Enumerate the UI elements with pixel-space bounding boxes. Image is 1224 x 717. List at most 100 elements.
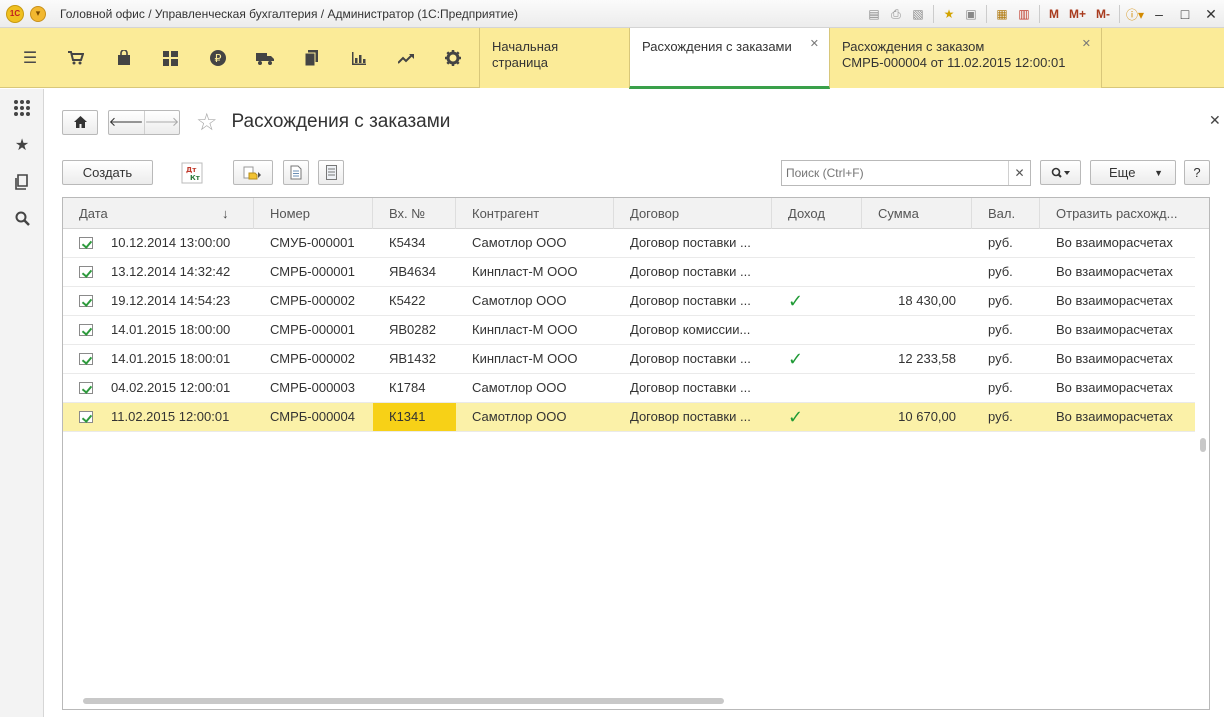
column-header-sum[interactable]: Сумма [862,198,972,229]
cell-contract: Договор поставки ... [630,351,751,366]
window-titlebar: 1С ▾ Головной офис / Управленческая бухг… [0,0,1224,28]
horizontal-scrollbar[interactable] [63,695,1197,707]
vertical-scrollbar-thumb[interactable] [1200,438,1206,452]
memory-plus-button[interactable]: M+ [1066,5,1089,23]
cell-counterparty: Кинпласт-М ООО [472,351,578,366]
settings-gear-icon[interactable] [430,28,476,88]
cell-income [772,374,862,402]
table-row[interactable]: 10.12.2014 13:00:00 СМУБ-000001 К5434 Самот… [63,229,1195,258]
clear-search-icon[interactable]: ✕ [1008,161,1030,185]
reports-section-icon[interactable] [336,28,382,88]
vertical-scrollbar[interactable] [1197,229,1209,709]
cell-contract: Договор поставки ... [630,293,751,308]
column-header-counterparty[interactable]: Контрагент [456,198,614,229]
table-row[interactable]: 19.12.2014 14:54:23 СМРБ-000002 К5422 Самот… [63,287,1195,316]
all-functions-icon[interactable] [0,89,44,126]
create-based-on-button[interactable] [233,160,273,185]
close-form-icon[interactable]: ✕ [1209,112,1221,129]
history-icon[interactable]: ▣ [962,5,980,23]
documents-section-icon[interactable] [289,28,335,88]
cell-counterparty: Самотлор ООО [472,409,567,424]
add-to-favorites-star-icon[interactable]: ☆ [196,108,218,137]
tab-home[interactable]: Начальная страница [479,28,629,88]
list-settings-icon[interactable] [318,160,344,185]
help-button[interactable]: ? [1184,160,1210,185]
finance-section-icon[interactable]: ₽ [195,28,241,88]
cell-contract: Договор поставки ... [630,235,751,250]
close-tab-icon[interactable]: ✕ [1082,36,1091,52]
cell-incoming-number: ЯВ0282 [389,322,436,337]
left-panel: ★ [0,89,44,717]
posted-document-icon [79,382,93,394]
cell-income: ✓ [772,287,862,315]
cell-sum [862,316,972,344]
back-arrow-icon[interactable]: 🡐 [109,111,144,134]
table-row[interactable]: 04.02.2015 12:00:01 СМРБ-000003 К1784 Самот… [63,374,1195,403]
analytics-section-icon[interactable] [383,28,429,88]
logistics-section-icon[interactable] [242,28,288,88]
minimize-button[interactable]: – [1146,3,1172,25]
purchases-section-icon[interactable] [101,28,147,88]
cell-date: 14.01.2015 18:00:01 [63,345,254,373]
cell-currency: руб. [988,235,1013,250]
favorites-icon[interactable]: ★ [940,5,958,23]
app-logo-icon[interactable]: 1С [6,4,24,23]
history-icon[interactable] [0,163,44,200]
table-row[interactable]: 14.01.2015 18:00:01 СМРБ-000002 ЯВ1432 Кинп… [63,345,1195,374]
cell-counterparty: Кинпласт-М ООО [472,264,578,279]
posted-document-icon [79,295,93,307]
main-menu-icon[interactable]: ☰ [7,28,53,88]
cell-date: 19.12.2014 14:54:23 [63,287,254,315]
posted-document-icon [79,324,93,336]
cell-sum [862,374,972,402]
column-header-income[interactable]: Доход [772,198,862,229]
favorites-star-icon[interactable]: ★ [0,126,44,163]
table-header: Дата ↓ Номер Вх. № Контрагент Договор До… [63,198,1209,229]
cell-contract: Договор комиссии... [630,322,751,337]
cell-incoming-number: К5422 [389,293,426,308]
forward-arrow-icon[interactable]: 🡒 [143,110,179,134]
save-icon[interactable]: ▤ [865,5,883,23]
tab-home-label: Начальная страница [492,39,559,70]
column-header-currency[interactable]: Вал. [972,198,1040,229]
warehouse-section-icon[interactable] [147,28,193,88]
close-tab-icon[interactable]: ✕ [810,36,819,52]
horizontal-scrollbar-thumb[interactable] [83,698,724,704]
close-window-button[interactable]: ✕ [1198,3,1224,25]
calculator-icon[interactable]: ▦ [993,5,1011,23]
calendar-icon[interactable]: ▥ [1015,5,1033,23]
sales-section-icon[interactable] [53,28,99,88]
table-row[interactable]: 14.01.2015 18:00:00 СМРБ-000001 ЯВ0282 Кинп… [63,316,1195,345]
tab-discrepancies[interactable]: Расхождения с заказами ✕ [629,28,830,89]
table-row[interactable]: 11.02.2015 12:00:01 СМРБ-000004 К1341 Самот… [63,403,1195,432]
memory-m-button[interactable]: M [1046,5,1062,23]
search-options-button[interactable] [1040,160,1081,185]
cell-counterparty: Кинпласт-М ООО [472,322,578,337]
column-header-number[interactable]: Номер [254,198,373,229]
sort-down-arrow-icon: ↓ [222,206,229,221]
window-title: Головной офис / Управленческая бухгалтер… [60,6,519,21]
preview-icon[interactable]: ▧ [909,5,927,23]
more-button[interactable]: Еще ▼ [1090,160,1176,185]
search-icon[interactable] [0,200,44,237]
app-menu-icon[interactable]: ▾ [30,5,46,22]
column-header-date[interactable]: Дата ↓ [63,198,254,229]
tab-discrepancy-document[interactable]: Расхождения с заказом СМРБ-000004 от 11.… [830,28,1102,88]
column-header-incoming-number[interactable]: Вх. № [373,198,456,229]
cell-number: СМРБ-000004 [270,409,355,424]
report-document-icon[interactable] [283,160,309,185]
search-input[interactable] [782,161,1008,185]
column-header-contract[interactable]: Договор [614,198,772,229]
create-button[interactable]: Создать [62,160,153,185]
home-button[interactable] [62,109,98,135]
info-icon[interactable]: ⓘ▾ [1126,5,1144,23]
maximize-button[interactable]: □ [1172,3,1198,25]
print-icon[interactable]: ⎙ [887,5,905,23]
memory-minus-button[interactable]: M- [1093,5,1113,23]
column-header-reflect[interactable]: Отразить расхожд... [1040,198,1209,229]
dt-kt-postings-icon[interactable]: Дт Кт [179,160,205,186]
documents-table: Дата ↓ Номер Вх. № Контрагент Договор До… [62,197,1210,710]
cell-income [772,258,862,286]
posted-document-icon [79,266,93,278]
table-row[interactable]: 13.12.2014 14:32:42 СМРБ-000001 ЯВ4634 Кинп… [63,258,1195,287]
